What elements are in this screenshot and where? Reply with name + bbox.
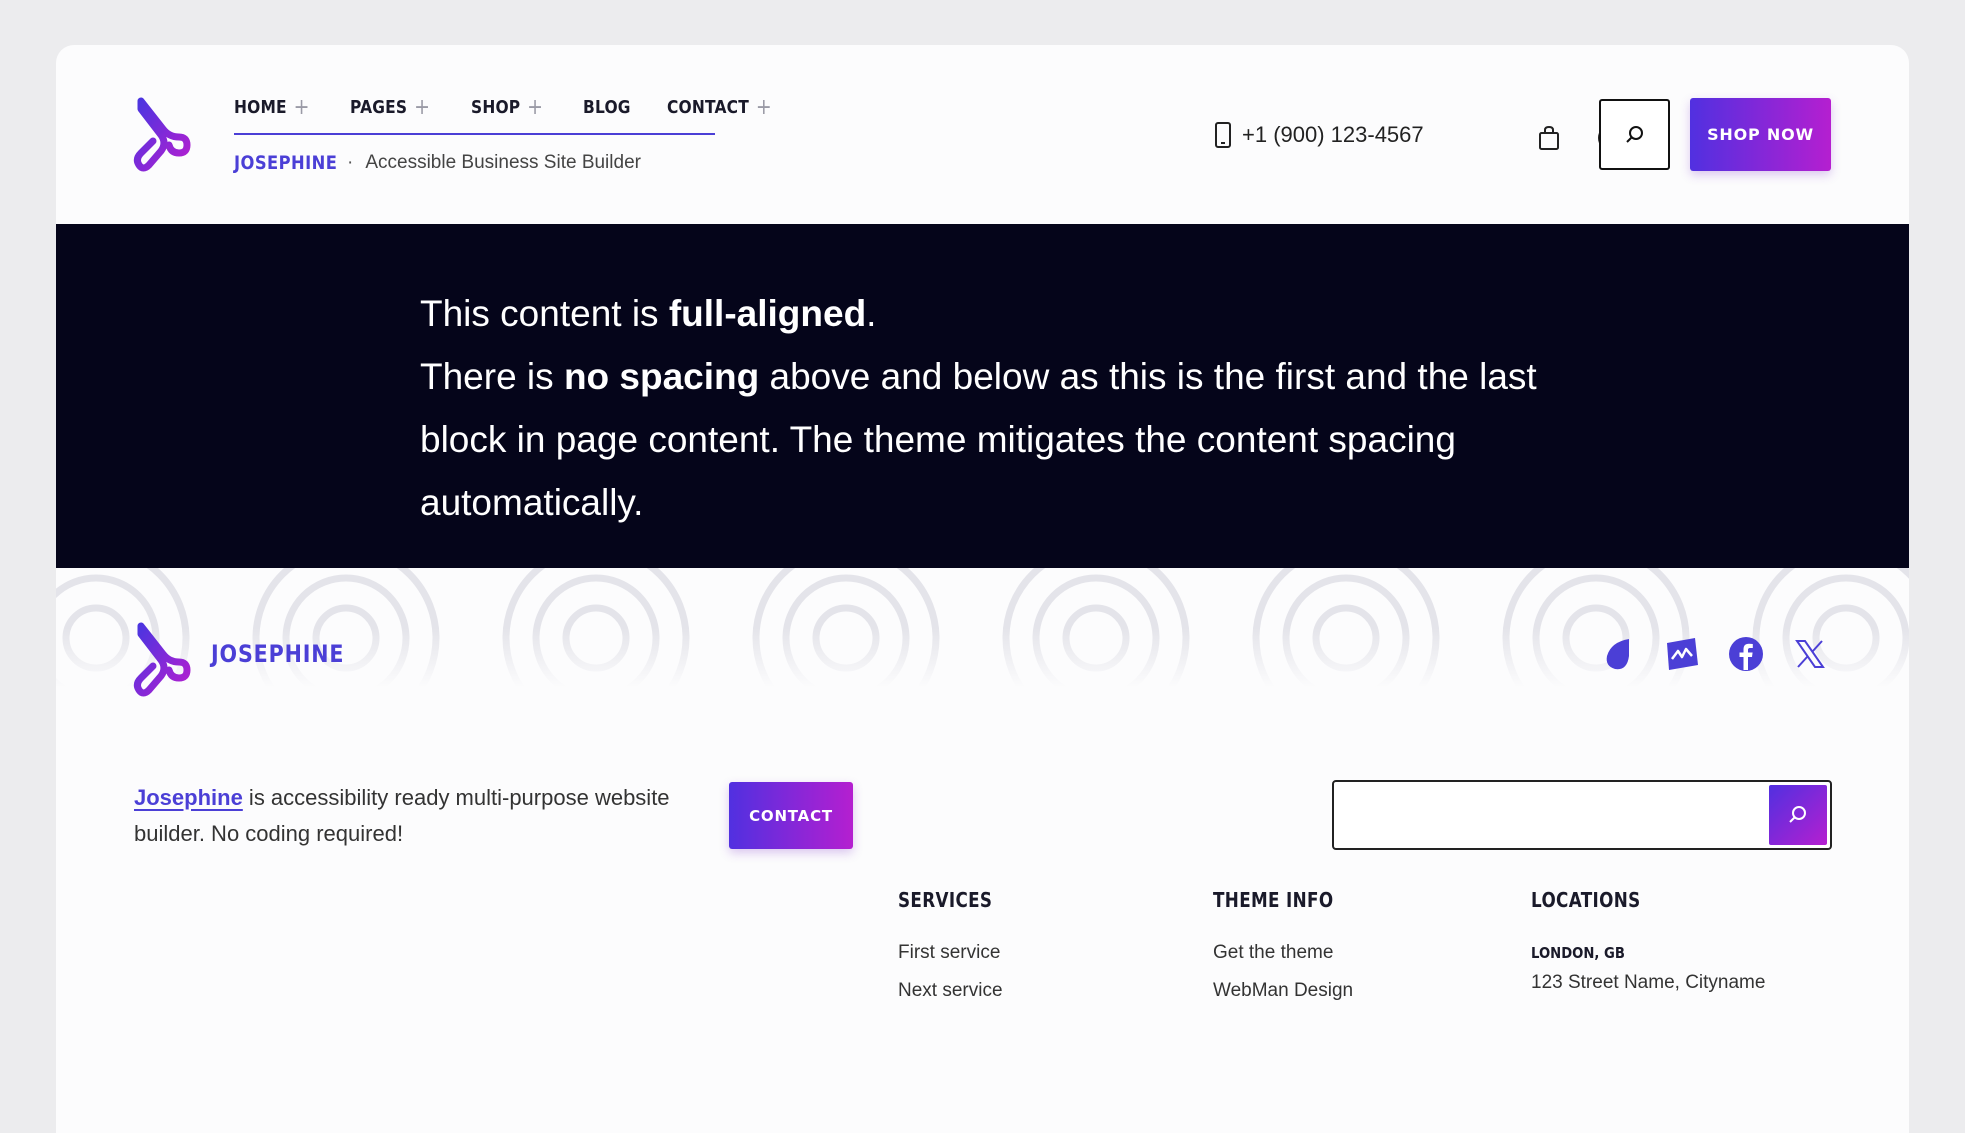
nav-item-shop[interactable]: SHOP + bbox=[471, 95, 543, 120]
nav-item-contact[interactable]: CONTACT + bbox=[667, 95, 772, 120]
separator: · bbox=[347, 152, 354, 173]
column-title: SERVICES bbox=[898, 888, 993, 912]
footer-logo-icon[interactable] bbox=[133, 620, 191, 700]
footer-search-input[interactable] bbox=[1334, 782, 1764, 848]
nav-underline bbox=[234, 133, 715, 135]
footer-link[interactable]: Get the theme bbox=[1213, 942, 1356, 964]
footer-link[interactable]: Next service bbox=[898, 980, 1010, 1002]
social-link-facebook[interactable] bbox=[1726, 634, 1766, 674]
footer-column-locations: LOCATIONS LONDON, GB 123 Street Name, Ci… bbox=[1531, 888, 1765, 994]
footer-link[interactable]: First service bbox=[898, 942, 1010, 964]
column-title: THEME INFO bbox=[1213, 888, 1334, 912]
hero-bold: no spacing bbox=[563, 356, 760, 397]
social-link-2[interactable] bbox=[1662, 634, 1702, 674]
shop-now-button[interactable]: SHOP NOW bbox=[1690, 98, 1831, 171]
nav-label: PAGES bbox=[350, 97, 408, 118]
logo-icon[interactable] bbox=[133, 95, 191, 175]
phone-number: +1 (900) 123-4567 bbox=[1242, 122, 1424, 147]
phone-link[interactable]: +1 (900) 123-4567 bbox=[1214, 121, 1424, 149]
cart-button[interactable] bbox=[1532, 121, 1566, 155]
droplet-icon bbox=[1606, 639, 1629, 670]
hero-line-2: There is no spacing above and below as t… bbox=[420, 345, 1600, 534]
bag-icon bbox=[1539, 125, 1559, 150]
nav-item-blog[interactable]: BLOG bbox=[583, 97, 631, 118]
search-icon bbox=[1625, 125, 1643, 143]
page: HOME + PAGES + SHOP + BLOG CONTACT + JOSEPHI… bbox=[56, 45, 1909, 1133]
header-search-button[interactable] bbox=[1599, 99, 1670, 170]
social-link-1[interactable] bbox=[1598, 634, 1638, 674]
footer-contact-button[interactable]: CONTACT bbox=[729, 782, 853, 849]
hero-section: This content is full-aligned. There is n… bbox=[56, 224, 1909, 568]
location-address: 123 Street Name, Cityname bbox=[1531, 972, 1766, 993]
nav-item-pages[interactable]: PAGES + bbox=[350, 95, 430, 120]
hero-text-part: There is bbox=[420, 356, 564, 397]
nav-label: BLOG bbox=[583, 97, 631, 118]
site-footer: JOSEPHINE Josephine is accessibility rea… bbox=[56, 568, 1909, 1133]
column-title: LOCATIONS bbox=[1531, 888, 1641, 912]
brand-row: JOSEPHINE · Accessible Business Site Bui… bbox=[234, 152, 641, 174]
footer-about: Josephine is accessibility ready multi-p… bbox=[134, 780, 674, 852]
footer-site-title[interactable]: JOSEPHINE bbox=[211, 640, 344, 668]
hero-text: This content is full-aligned. There is n… bbox=[420, 282, 1600, 534]
chart-icon bbox=[1667, 638, 1698, 670]
about-link[interactable]: Josephine bbox=[134, 785, 243, 810]
hero-bold: full-aligned bbox=[668, 293, 867, 334]
site-header: HOME + PAGES + SHOP + BLOG CONTACT + JOSEPHI… bbox=[56, 45, 1909, 224]
facebook-icon bbox=[1729, 637, 1763, 671]
nav-label: SHOP bbox=[471, 97, 521, 118]
social-link-x[interactable] bbox=[1790, 634, 1830, 674]
footer-link[interactable]: WebMan Design bbox=[1213, 980, 1356, 1002]
plus-icon[interactable]: + bbox=[755, 95, 771, 120]
plus-icon[interactable]: + bbox=[414, 95, 430, 120]
location-city: LONDON, GB bbox=[1531, 944, 1625, 962]
plus-icon[interactable]: + bbox=[527, 95, 543, 120]
phone-icon bbox=[1215, 122, 1231, 148]
footer-column-services: SERVICES First service Next service bbox=[898, 888, 1010, 1002]
search-icon bbox=[1789, 806, 1806, 823]
site-title[interactable]: JOSEPHINE bbox=[234, 152, 337, 174]
nav-item-home[interactable]: HOME + bbox=[234, 95, 310, 120]
hero-text-part: This content is bbox=[420, 293, 669, 334]
footer-search-button[interactable] bbox=[1769, 785, 1827, 845]
footer-search-form bbox=[1332, 780, 1832, 850]
hero-text-part: . bbox=[866, 293, 877, 334]
hero-line-1: This content is full-aligned. bbox=[420, 282, 1600, 345]
plus-icon[interactable]: + bbox=[294, 95, 310, 120]
site-tagline: Accessible Business Site Builder bbox=[365, 152, 641, 173]
nav-label: HOME bbox=[234, 97, 287, 118]
x-icon bbox=[1795, 640, 1825, 668]
nav-label: CONTACT bbox=[666, 97, 749, 118]
main-nav: HOME + PAGES + SHOP + BLOG CONTACT + bbox=[234, 95, 817, 120]
footer-column-theme-info: THEME INFO Get the theme WebMan Design bbox=[1213, 888, 1356, 1002]
